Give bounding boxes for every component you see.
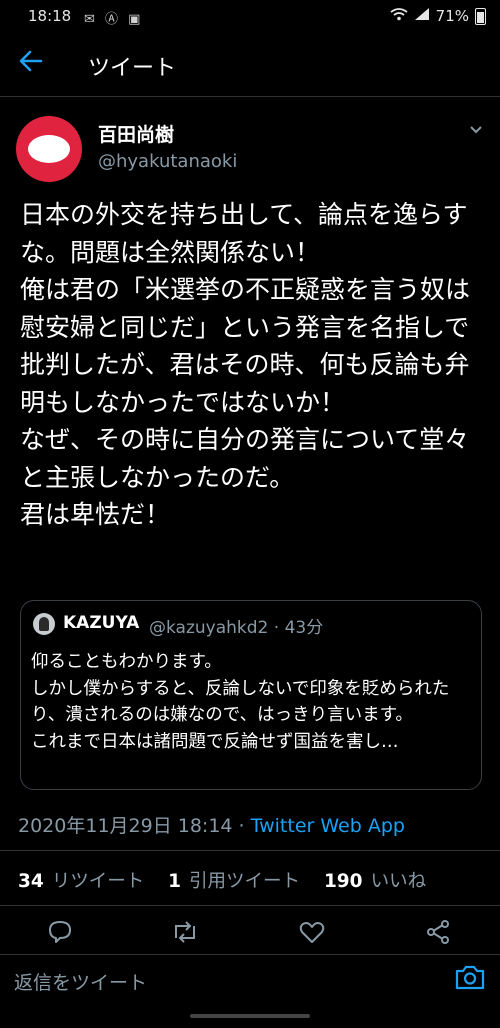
- likes-stat[interactable]: 190 いいね: [324, 871, 426, 892]
- home-handle[interactable]: [190, 1014, 310, 1018]
- avatar[interactable]: [16, 116, 82, 182]
- top-bar: ツイート: [0, 32, 500, 97]
- like-icon[interactable]: [298, 918, 338, 952]
- author-handle[interactable]: @hyakutanaoki: [98, 151, 237, 172]
- likes-label: いいね: [370, 871, 427, 892]
- tweet-source-link[interactable]: Twitter Web App: [251, 815, 405, 837]
- quoted-author-name: KAZUYA: [63, 613, 140, 633]
- signal-icon: [414, 7, 430, 25]
- battery-percent: 71%: [435, 7, 469, 25]
- quoted-text: 仰ることもわかります。 しかし僕からすると、反論しないで印象を貶められたり、潰さ…: [31, 652, 450, 752]
- quotes-label: 引用ツイート: [189, 871, 301, 892]
- divider: [0, 954, 500, 955]
- divider: [0, 905, 500, 906]
- battery-icon: [475, 7, 486, 25]
- status-bar: 18:18 ✉ Ⓐ ▣ 71%: [0, 0, 500, 32]
- page-title: ツイート: [88, 56, 177, 81]
- tweet-text: 日本の外交を持ち出して、論点を逸らすな。問題は全然関係ない！ 俺は君の「米選挙の…: [20, 200, 471, 529]
- camera-icon[interactable]: [454, 962, 488, 996]
- share-icon[interactable]: [424, 918, 464, 952]
- retweet-icon[interactable]: [170, 918, 210, 952]
- likes-count: 190: [323, 871, 363, 892]
- author-name[interactable]: 百田尚樹: [98, 120, 174, 147]
- notification-icons: ✉ Ⓐ ▣: [84, 12, 144, 27]
- wifi-icon: [390, 7, 408, 25]
- quoted-author-handle: @kazuyahkd2 · 43分: [149, 618, 324, 638]
- quotes-count: 1: [168, 871, 182, 892]
- quoted-tweet[interactable]: KAZUYA @kazuyahkd2 · 43分 仰ることもわかります。 しかし…: [20, 600, 482, 790]
- tweet-meta: 2020年11月29日 18:14 · Twitter Web App: [18, 811, 405, 838]
- retweets-stat[interactable]: 34 リツイート: [18, 871, 144, 892]
- reply-input[interactable]: 返信をツイート: [14, 968, 147, 995]
- status-time: 18:18: [28, 7, 72, 25]
- reply-icon[interactable]: [46, 918, 86, 952]
- back-arrow-icon[interactable]: [18, 48, 54, 80]
- tweet-stats: 34 リツイート 1 引用ツイート 190 いいね: [18, 867, 444, 893]
- quotes-stat[interactable]: 1 引用ツイート: [168, 871, 300, 892]
- retweets-label: リツイート: [51, 871, 145, 892]
- retweets-count: 34: [18, 871, 44, 892]
- chevron-down-icon[interactable]: [468, 120, 484, 141]
- meta-separator: ·: [232, 815, 251, 837]
- tweet-timestamp: 2020年11月29日 18:14: [18, 815, 233, 837]
- divider: [0, 850, 500, 851]
- quoted-avatar: [33, 613, 55, 635]
